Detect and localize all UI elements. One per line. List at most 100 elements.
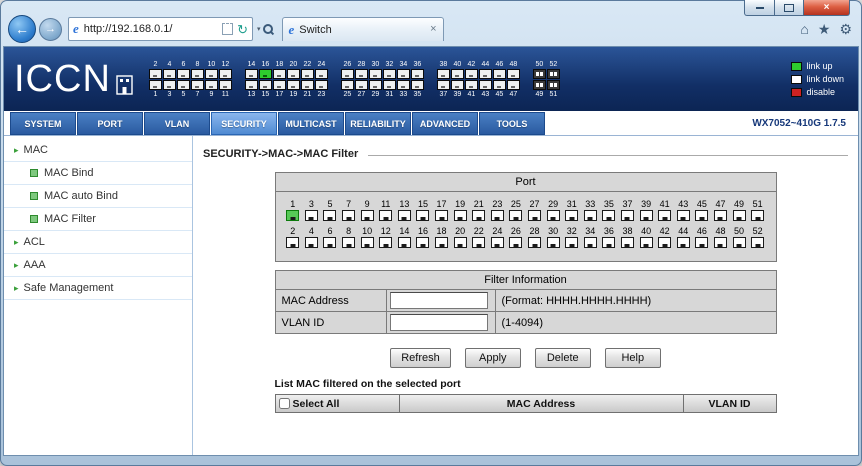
port-19[interactable] (453, 210, 467, 221)
help-button[interactable]: Help (604, 348, 661, 368)
port-31[interactable] (565, 210, 579, 221)
port-10[interactable] (360, 237, 374, 248)
port-26[interactable] (509, 237, 523, 248)
maximize-button[interactable] (775, 0, 803, 16)
back-button[interactable]: ← (8, 15, 36, 43)
port-38[interactable] (620, 237, 634, 248)
port-21[interactable] (472, 210, 486, 221)
port-35[interactable] (602, 210, 616, 221)
port-5[interactable] (323, 210, 337, 221)
sidebar-item-mac-auto-bind[interactable]: MAC auto Bind (4, 185, 192, 208)
tab-port[interactable]: PORT (77, 112, 143, 135)
close-button[interactable]: × (803, 0, 850, 16)
port-51[interactable] (751, 210, 765, 221)
tab-security[interactable]: SECURITY (211, 112, 277, 135)
tools-gear-icon[interactable]: ⚙ (839, 22, 852, 36)
port-48[interactable] (713, 237, 727, 248)
port-9[interactable] (360, 210, 374, 221)
tab-multicast[interactable]: MULTICAST (278, 112, 344, 135)
port-18[interactable] (435, 237, 449, 248)
port-number: 49 (734, 199, 745, 209)
sidebar-item-mac-filter[interactable]: MAC Filter (4, 208, 192, 231)
port-4[interactable] (304, 237, 318, 248)
port-number: 20 (289, 60, 298, 68)
compatibility-view-icon[interactable] (222, 23, 234, 35)
search-dropdown[interactable]: ▾ (257, 23, 274, 35)
port-number: 2 (153, 60, 158, 68)
port-13[interactable] (397, 210, 411, 221)
port-40[interactable] (639, 237, 653, 248)
vlan-id-input[interactable] (389, 314, 488, 331)
select-all-checkbox[interactable] (278, 398, 290, 409)
port-50[interactable] (732, 237, 746, 248)
sidebar-item-label: MAC auto Bind (44, 190, 118, 202)
port-33[interactable] (583, 210, 597, 221)
delete-button[interactable]: Delete (534, 348, 591, 368)
sidebar-item-aaa[interactable]: ▸ AAA (4, 254, 192, 277)
port-1[interactable] (286, 210, 300, 221)
port-7[interactable] (342, 210, 356, 221)
port-39[interactable] (639, 210, 653, 221)
port-17[interactable] (435, 210, 449, 221)
port-45[interactable] (695, 210, 709, 221)
sidebar-item-mac-bind[interactable]: MAC Bind (4, 162, 192, 185)
tab-tools[interactable]: TOOLS (479, 112, 545, 135)
port-37[interactable] (620, 210, 634, 221)
port-cell (395, 210, 414, 221)
address-bar[interactable]: e ↻ (68, 17, 253, 41)
minimize-button[interactable] (744, 0, 775, 16)
forward-button[interactable]: → (39, 17, 62, 41)
mac-address-label: MAC Address (276, 290, 387, 311)
port-29[interactable] (546, 210, 560, 221)
port-12[interactable] (379, 237, 393, 248)
port-44[interactable] (676, 237, 690, 248)
port-cell (321, 237, 340, 248)
port-number: 9 (364, 199, 370, 209)
port-42[interactable] (658, 237, 672, 248)
mac-address-input[interactable] (389, 292, 488, 309)
port-25[interactable] (509, 210, 523, 221)
favorites-star-icon[interactable]: ★ (818, 22, 831, 36)
port-11[interactable] (379, 210, 393, 221)
sidebar-item-acl[interactable]: ▸ ACL (4, 231, 192, 254)
browser-tab[interactable]: e Switch × (281, 17, 444, 41)
port-30[interactable] (546, 237, 560, 248)
port-43[interactable] (676, 210, 690, 221)
port-34[interactable] (583, 237, 597, 248)
port-41[interactable] (658, 210, 672, 221)
port-36[interactable] (602, 237, 616, 248)
port-8[interactable] (342, 237, 356, 248)
port-cell (637, 210, 656, 221)
port-6[interactable] (323, 237, 337, 248)
port-52[interactable] (751, 237, 765, 248)
tab-system[interactable]: SYSTEM (10, 112, 76, 135)
sidebar-item-mac[interactable]: ▸ MAC (4, 139, 192, 162)
port-47[interactable] (713, 210, 727, 221)
port-number: 36 (603, 226, 614, 236)
port-46[interactable] (695, 237, 709, 248)
port-24[interactable] (490, 237, 504, 248)
port-32[interactable] (565, 237, 579, 248)
port-20[interactable] (453, 237, 467, 248)
home-icon[interactable]: ⌂ (800, 22, 808, 36)
port-27[interactable] (528, 210, 542, 221)
url-input[interactable] (81, 22, 223, 36)
port-2[interactable] (286, 237, 300, 248)
refresh-button[interactable]: Refresh (390, 348, 451, 368)
port-15[interactable] (416, 210, 430, 221)
tab-advanced[interactable]: ADVANCED (412, 112, 478, 135)
port-3[interactable] (304, 210, 318, 221)
tab-close-icon[interactable]: × (430, 24, 436, 35)
port-number: 14 (399, 226, 410, 236)
port-49[interactable] (732, 210, 746, 221)
port-22[interactable] (472, 237, 486, 248)
tab-reliability[interactable]: RELIABILITY (345, 112, 411, 135)
apply-button[interactable]: Apply (464, 348, 521, 368)
sidebar-item-safe-management[interactable]: ▸ Safe Management (4, 277, 192, 300)
port-16[interactable] (416, 237, 430, 248)
tab-vlan[interactable]: VLAN (144, 112, 210, 135)
refresh-icon[interactable]: ↻ (237, 23, 248, 36)
port-14[interactable] (397, 237, 411, 248)
port-23[interactable] (490, 210, 504, 221)
port-28[interactable] (528, 237, 542, 248)
